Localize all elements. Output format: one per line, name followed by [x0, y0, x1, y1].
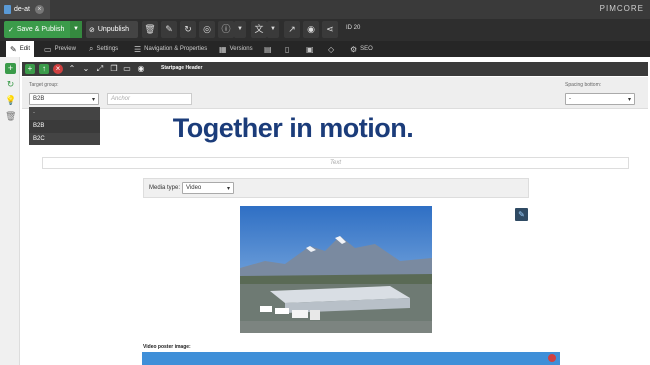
spacing-bottom-select[interactable]: - ▾	[565, 93, 635, 105]
grid-icon: ▦	[219, 44, 227, 54]
media-type-label: Media type:	[149, 185, 181, 191]
page-headline[interactable]: Together in motion.	[143, 113, 443, 144]
tab-navigation-label: Navigation & Properties	[144, 46, 208, 52]
tab-versions-label: Versions	[229, 46, 253, 52]
spacing-bottom-label: Spacing bottom:	[565, 82, 602, 88]
dropdown-option[interactable]: B2C	[29, 133, 100, 146]
tab-edit-label: Edit	[19, 46, 31, 52]
title-bar: de-at × PIMCORE	[0, 0, 650, 19]
copy-icon[interactable]: ❐	[109, 64, 119, 74]
block-settings: Target group: B2B ▾ Anchor Spacing botto…	[22, 77, 648, 109]
tab-versions[interactable]: ▦ Versions	[219, 41, 253, 57]
visibility-eye-icon[interactable]: ◉	[136, 64, 146, 74]
tab-seo[interactable]: ⚙ SEO	[350, 41, 373, 57]
video-poster-label: Video poster image:	[143, 344, 191, 350]
open-external-icon[interactable]: ↗	[284, 21, 300, 38]
unpublish-button[interactable]: ⊘ Unpublish	[86, 21, 138, 38]
search-icon: ⌕	[89, 44, 94, 53]
edit-image-pencil-icon[interactable]: ✎	[515, 208, 528, 221]
dropdown-option[interactable]: -	[29, 107, 100, 120]
clipboard-icon: ▣	[306, 44, 314, 54]
document-toolbar: ✓ Save & Publish ▼ ⊘ Unpublish 🗑 ✎ ↻ ◎ ⓘ…	[0, 19, 650, 41]
dropdown-option[interactable]: B2B	[29, 120, 100, 133]
tab-notes[interactable]: ▣	[306, 41, 314, 57]
paste-icon[interactable]: ▭	[122, 64, 132, 74]
unpublish-label: Unpublish	[97, 26, 130, 33]
media-type-box: Media type: Video ▾	[143, 178, 529, 198]
bookmark-icon: ▯	[285, 44, 290, 54]
info-dropdown-icon[interactable]: ▼	[234, 21, 246, 38]
remove-block-icon[interactable]: ×	[53, 64, 63, 74]
document-id: ID 20	[346, 25, 361, 31]
translate-icon[interactable]: 文	[251, 21, 267, 38]
monitor-icon: ▭	[44, 44, 52, 54]
move-down-icon[interactable]: ⌄	[81, 64, 91, 74]
media-type-select[interactable]: Video ▾	[182, 182, 234, 194]
calendar-icon: ▤	[264, 44, 272, 54]
lightbulb-icon[interactable]: 💡	[5, 95, 16, 106]
document-tabs: ✎ Edit ▭ Preview ⌕ Settings ☰ Navigation…	[0, 41, 650, 57]
pencil-icon: ✎	[10, 44, 17, 54]
target-group-label: Target group:	[29, 82, 59, 88]
tab-schedule[interactable]: ▤	[264, 41, 272, 57]
document-icon	[4, 5, 11, 14]
tab-preview[interactable]: ▭ Preview	[44, 41, 76, 57]
anchor-input[interactable]: Anchor	[107, 93, 192, 105]
chevron-down-icon: ▾	[91, 97, 95, 103]
tab-settings[interactable]: ⌕ Settings	[89, 41, 118, 57]
tab-edit[interactable]: ✎ Edit	[6, 41, 35, 57]
add-block-icon[interactable]: +	[25, 64, 35, 74]
fullscreen-icon[interactable]: ⤢	[95, 64, 105, 74]
save-options-dropdown[interactable]: ▼	[70, 21, 82, 38]
translate-dropdown-icon[interactable]: ▼	[267, 21, 279, 38]
rename-icon[interactable]: ✎	[161, 21, 177, 38]
reload-icon[interactable]: ↻	[180, 21, 196, 38]
checkmark-icon: ✓	[8, 26, 14, 34]
seo-gear-icon: ⚙	[350, 44, 358, 54]
tab-tags[interactable]: ◇	[328, 41, 334, 57]
target-group-dropdown-list: - B2B B2C	[29, 107, 100, 145]
preview-eye-icon[interactable]: ◉	[303, 21, 319, 38]
trash-icon[interactable]: 🗑	[5, 111, 16, 122]
chevron-down-icon: ▾	[226, 186, 230, 192]
refresh-icon[interactable]: ↻	[5, 79, 16, 90]
info-icon[interactable]: ⓘ	[218, 21, 234, 38]
document-tab[interactable]: de-at ×	[0, 0, 50, 19]
landscape-photo	[240, 206, 432, 333]
header-image[interactable]	[240, 206, 432, 333]
tab-preview-label: Preview	[54, 46, 76, 52]
tab-settings-label: Settings	[96, 46, 119, 52]
document-tab-label: de-at	[14, 6, 30, 13]
locate-icon[interactable]: ◎	[199, 21, 215, 38]
tab-seo-label: SEO	[360, 46, 373, 52]
video-poster-image[interactable]	[142, 352, 560, 365]
block-label: Startpage Header	[161, 65, 203, 71]
add-icon[interactable]: +	[5, 63, 16, 74]
media-type-value: Video	[186, 185, 202, 191]
tab-bookmark[interactable]: ▯	[285, 41, 289, 57]
save-publish-button[interactable]: ✓ Save & Publish ▼	[4, 21, 82, 38]
close-tab-icon[interactable]: ×	[34, 5, 44, 14]
add-block-before-icon[interactable]: ↑	[39, 64, 49, 74]
move-up-icon[interactable]: ⌃	[67, 64, 77, 74]
unpublish-icon: ⊘	[89, 26, 95, 34]
text-editable[interactable]: Text	[42, 157, 629, 169]
target-group-value: B2B	[33, 96, 45, 102]
editable-sidebar: + ↻ 💡 🗑	[0, 57, 20, 365]
save-publish-label: Save & Publish	[16, 26, 65, 33]
tag-icon: ◇	[328, 44, 335, 54]
areablock-toolbar: + ↑ × ⌃ ⌄ ⤢ ❐ ▭ ◉ Startpage Header	[22, 62, 648, 76]
share-icon[interactable]: ⋖	[322, 21, 338, 38]
delete-icon[interactable]: 🗑	[142, 21, 158, 38]
sliders-icon: ☰	[134, 44, 142, 54]
chevron-down-icon: ▾	[627, 97, 631, 103]
remove-image-icon[interactable]	[548, 354, 556, 362]
target-group-select[interactable]: B2B ▾	[29, 93, 99, 105]
tab-navigation-properties[interactable]: ☰ Navigation & Properties	[134, 41, 207, 57]
pimcore-logo: PIMCORE	[599, 4, 644, 13]
spacing-bottom-value: -	[569, 96, 571, 102]
